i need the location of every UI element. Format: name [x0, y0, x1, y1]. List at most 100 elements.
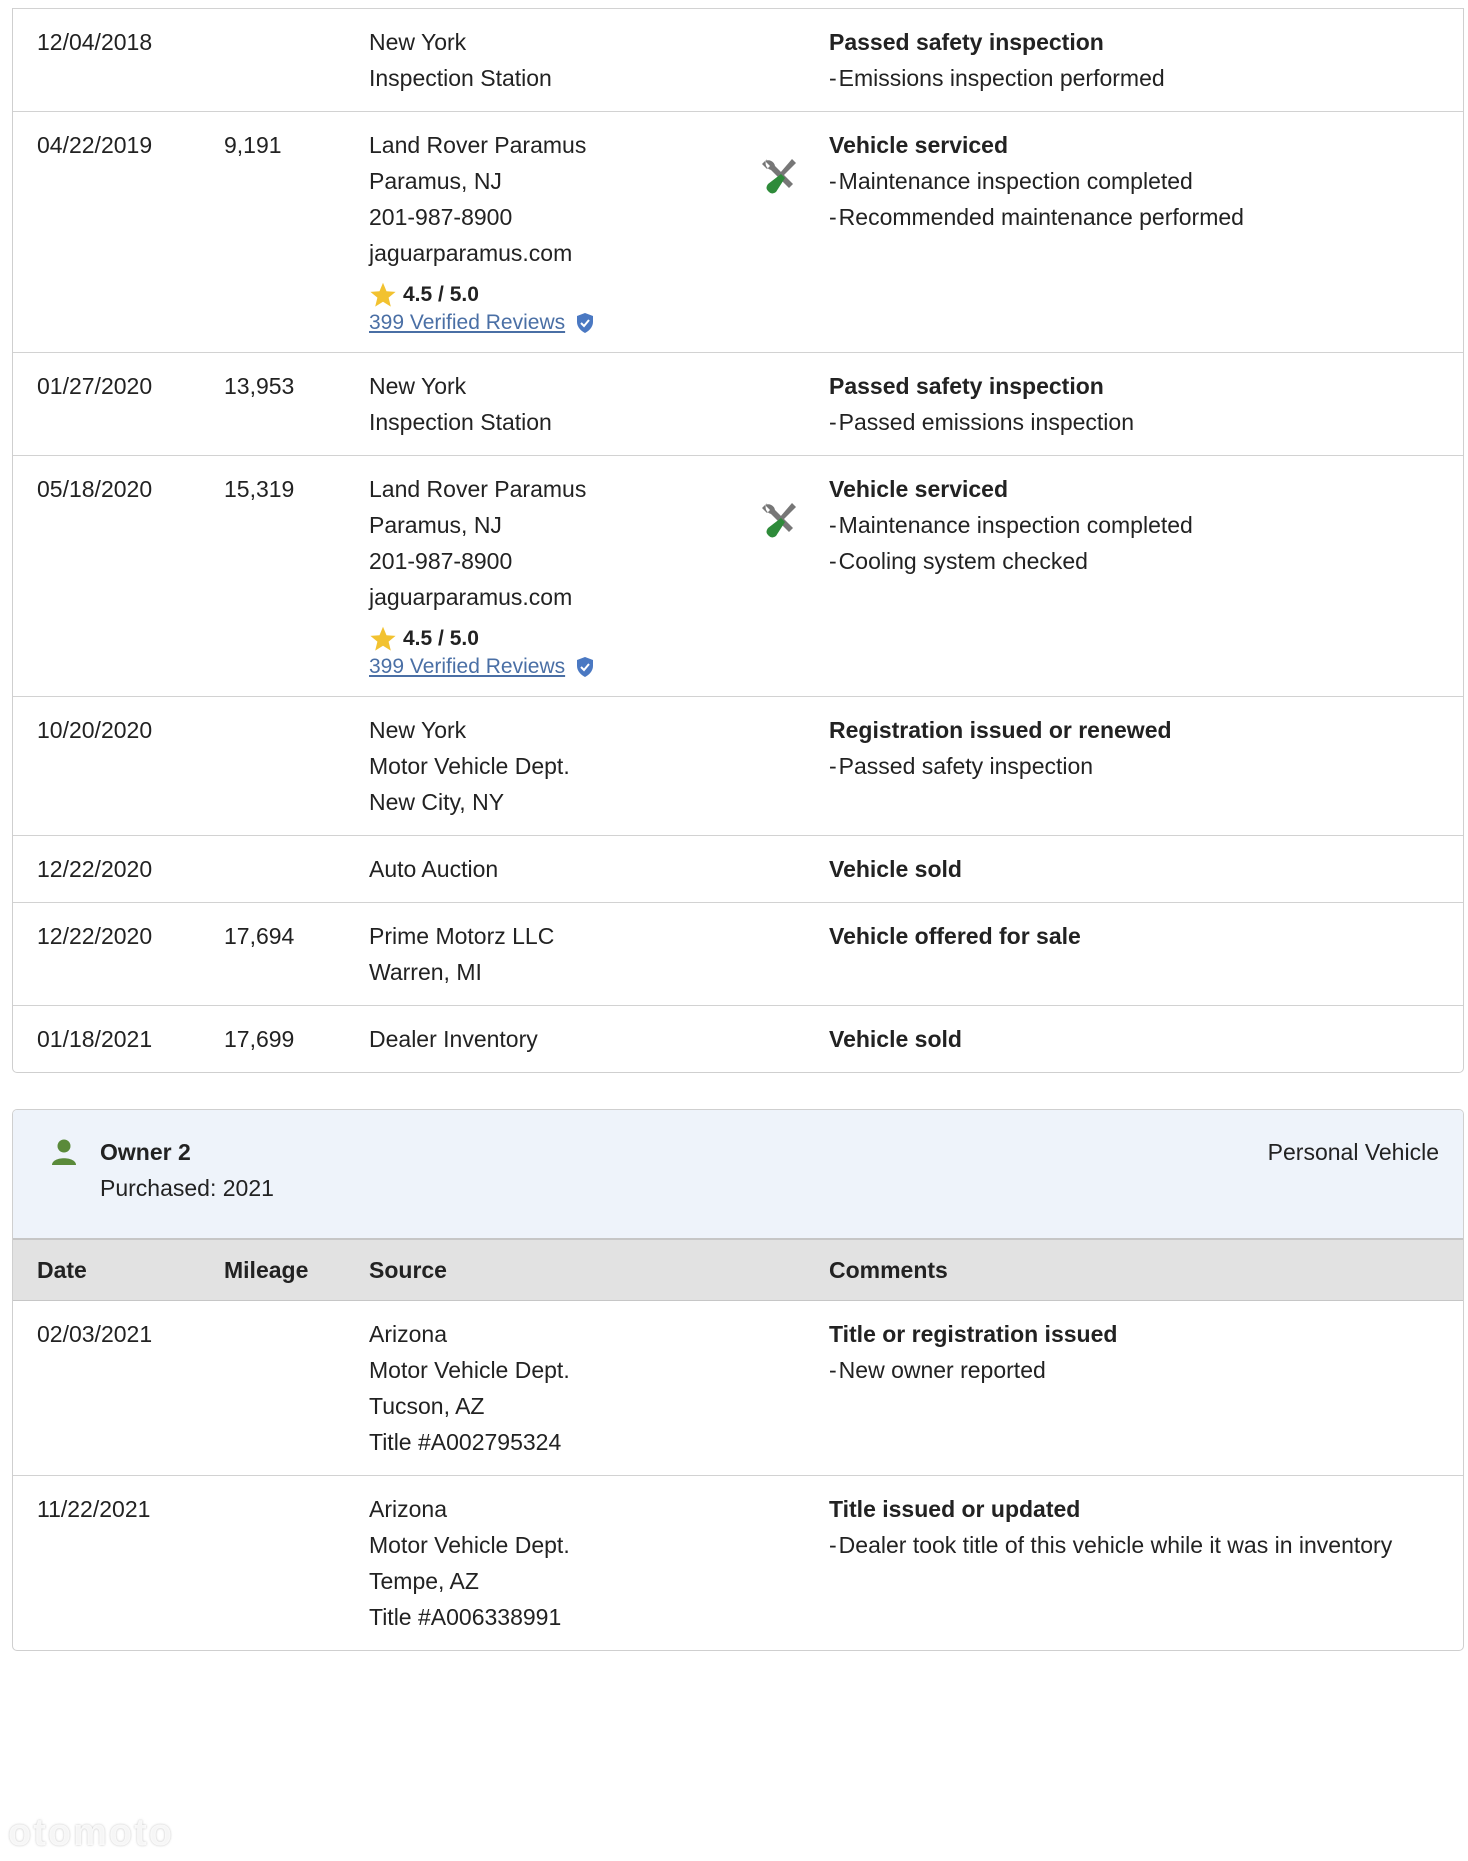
source-line: New City, NY — [369, 789, 505, 815]
wrench-screwdriver-icon — [762, 503, 796, 538]
record-date: 01/27/2020 — [37, 373, 153, 399]
record-mileage — [224, 1491, 369, 1635]
record-event-title: Title or registration issued — [829, 1321, 1118, 1347]
source-line: Prime Motorz LLC — [369, 923, 555, 949]
table-row: 04/22/2019 9,191 Land Rover Paramus Paramus… — [13, 111, 1463, 352]
table-row: 12/22/2020 17,694 Prime Motorz LLC Warren, … — [13, 902, 1463, 1005]
record-event-detail: Emissions inspection performed — [829, 60, 1439, 96]
record-comments: Registration issued or renewed Passed saf… — [829, 712, 1463, 820]
verified-reviews-link[interactable]: 399 Verified Reviews — [369, 309, 565, 337]
dealer-rating: 4.5 / 5.0 — [369, 625, 744, 653]
source-line: Arizona — [369, 1321, 447, 1347]
record-mileage: 17,699 — [224, 1026, 295, 1052]
record-icon-cell — [744, 1491, 829, 1635]
record-comments: Passed safety inspection Emissions inspec… — [829, 24, 1463, 96]
source-line: jaguarparamus.com — [369, 584, 573, 610]
record-event-detail: Dealer took title of this vehicle while … — [829, 1527, 1439, 1563]
wrench-screwdriver-icon — [762, 159, 796, 194]
record-event-title: Vehicle serviced — [829, 476, 1009, 502]
reviews-line: 399 Verified Reviews — [369, 653, 744, 681]
source-line: Title #A002795324 — [369, 1429, 562, 1455]
record-mileage: 15,319 — [224, 476, 295, 502]
record-icon-cell — [744, 851, 829, 887]
header-date: Date — [37, 1257, 87, 1283]
record-date: 12/04/2018 — [37, 29, 153, 55]
table-row: 11/22/2021 Arizona Motor Vehicle Dept. Temp… — [13, 1475, 1463, 1650]
source-line: Inspection Station — [369, 65, 552, 91]
source-line: New York — [369, 717, 467, 743]
source-line: New York — [369, 373, 467, 399]
rating-value: 4.5 / 5.0 — [403, 283, 479, 306]
record-source: Dealer Inventory — [369, 1021, 744, 1057]
owner-usage-type: Personal Vehicle — [1267, 1139, 1439, 1165]
owner2-header: Owner 2 Purchased: 2021 Personal Vehicle — [13, 1110, 1463, 1238]
record-source: New York Motor Vehicle Dept. New City, NY — [369, 712, 744, 820]
record-event-title: Title issued or updated — [829, 1496, 1081, 1522]
record-event-title: Vehicle sold — [829, 856, 962, 882]
record-event-title: Vehicle offered for sale — [829, 923, 1081, 949]
record-mileage — [224, 1316, 369, 1460]
record-comments: Vehicle offered for sale — [829, 918, 1463, 990]
record-event-title: Passed safety inspection — [829, 29, 1104, 55]
source-line: New York — [369, 29, 467, 55]
source-line: Warren, MI — [369, 959, 482, 985]
record-event-detail: New owner reported — [829, 1352, 1439, 1388]
record-date: 05/18/2020 — [37, 476, 153, 502]
owner2-history-table: 02/03/2021 Arizona Motor Vehicle Dept. Tucs… — [13, 1301, 1463, 1650]
record-event-detail: Maintenance inspection completed — [829, 163, 1439, 199]
record-date: 02/03/2021 — [37, 1321, 153, 1347]
record-event-detail: Maintenance inspection completed — [829, 507, 1439, 543]
record-event-detail: Recommended maintenance performed — [829, 199, 1439, 235]
rating-value: 4.5 / 5.0 — [403, 627, 479, 650]
record-icon-cell — [744, 471, 829, 681]
record-icon-cell — [744, 1021, 829, 1057]
record-comments: Title issued or updated Dealer took title… — [829, 1491, 1463, 1635]
source-line: Tempe, AZ — [369, 1568, 479, 1594]
record-mileage — [224, 712, 369, 820]
source-line: Tucson, AZ — [369, 1393, 485, 1419]
record-comments: Vehicle serviced Maintenance inspection c… — [829, 127, 1463, 337]
record-event-title: Passed safety inspection — [829, 373, 1104, 399]
record-event-title: Vehicle serviced — [829, 132, 1009, 158]
verified-reviews-link[interactable]: 399 Verified Reviews — [369, 653, 565, 681]
table-row: 10/20/2020 New York Motor Vehicle Dept. New… — [13, 696, 1463, 835]
table-row: 12/04/2018 New York Inspection Station Pass… — [13, 8, 1463, 111]
record-mileage: 9,191 — [224, 132, 282, 158]
record-source: Auto Auction — [369, 851, 744, 887]
dealer-rating: 4.5 / 5.0 — [369, 281, 744, 309]
star-icon — [370, 626, 396, 651]
record-event-detail: Cooling system checked — [829, 543, 1439, 579]
owner-name: Owner 2 — [100, 1139, 191, 1165]
verified-shield-icon — [577, 657, 594, 677]
record-comments: Vehicle serviced Maintenance inspection c… — [829, 471, 1463, 681]
table-header-row: Date Mileage Source Comments — [13, 1238, 1463, 1301]
record-source: Prime Motorz LLC Warren, MI — [369, 918, 744, 990]
record-event-title: Vehicle sold — [829, 1026, 962, 1052]
record-date: 04/22/2019 — [37, 132, 153, 158]
source-line: Arizona — [369, 1496, 447, 1522]
record-mileage: 17,694 — [224, 923, 295, 949]
record-event-title: Registration issued or renewed — [829, 717, 1172, 743]
record-icon-cell — [744, 368, 829, 440]
record-mileage: 13,953 — [224, 373, 295, 399]
record-comments: Title or registration issued New owner re… — [829, 1316, 1463, 1460]
record-date: 12/22/2020 — [37, 856, 153, 882]
table-row: 01/18/2021 17,699 Dealer Inventory Vehicle … — [13, 1005, 1463, 1072]
record-source: Land Rover Paramus Paramus, NJ 201-987-890… — [369, 471, 744, 681]
source-line: jaguarparamus.com — [369, 240, 573, 266]
reviews-line: 399 Verified Reviews — [369, 309, 744, 337]
source-line: Motor Vehicle Dept. — [369, 1357, 570, 1383]
source-line: Motor Vehicle Dept. — [369, 1532, 570, 1558]
person-icon — [52, 1139, 76, 1165]
record-comments: Vehicle sold — [829, 1021, 1463, 1057]
record-event-detail: Passed emissions inspection — [829, 404, 1439, 440]
table-row: 12/22/2020 Auto Auction Vehicle sold — [13, 835, 1463, 902]
record-source: Arizona Motor Vehicle Dept. Tucson, AZ Titl… — [369, 1316, 744, 1460]
record-date: 12/22/2020 — [37, 923, 153, 949]
record-icon-cell — [744, 712, 829, 820]
header-mileage: Mileage — [224, 1257, 309, 1283]
record-icon-cell — [744, 918, 829, 990]
record-date: 11/22/2021 — [37, 1496, 151, 1522]
source-line: Land Rover Paramus — [369, 132, 587, 158]
record-date: 10/20/2020 — [37, 717, 153, 743]
